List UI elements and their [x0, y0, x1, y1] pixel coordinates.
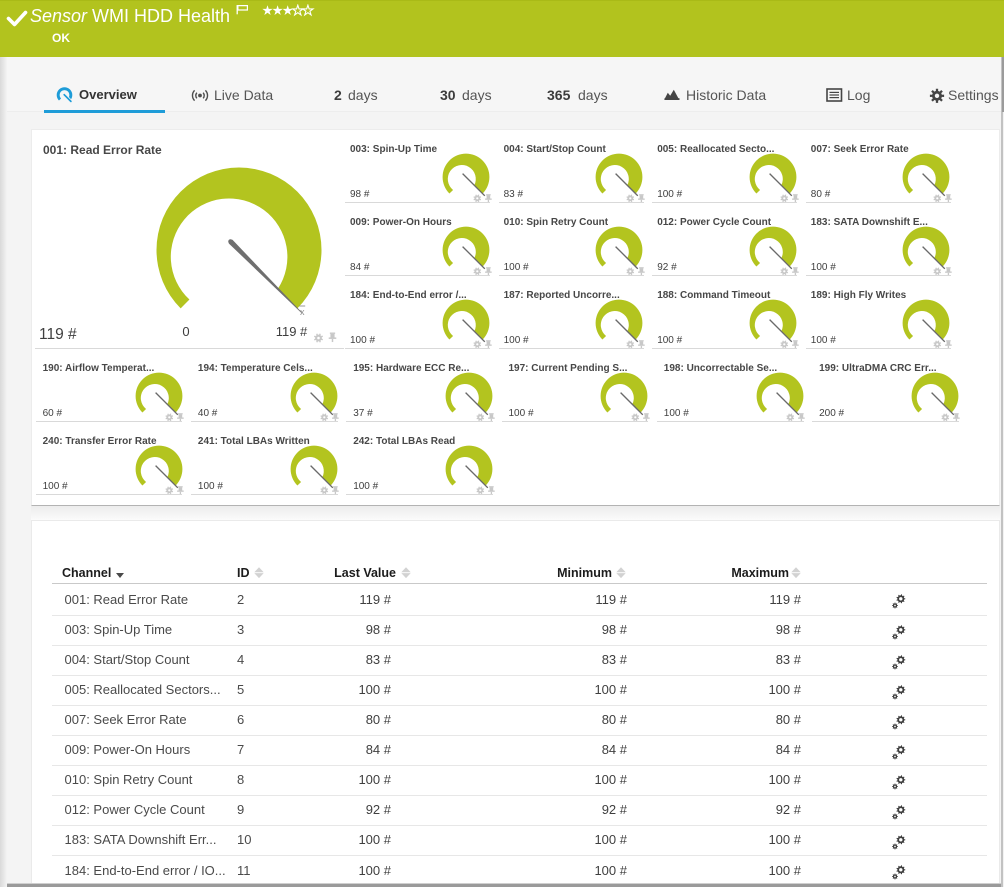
svg-text:x: x: [300, 307, 305, 317]
